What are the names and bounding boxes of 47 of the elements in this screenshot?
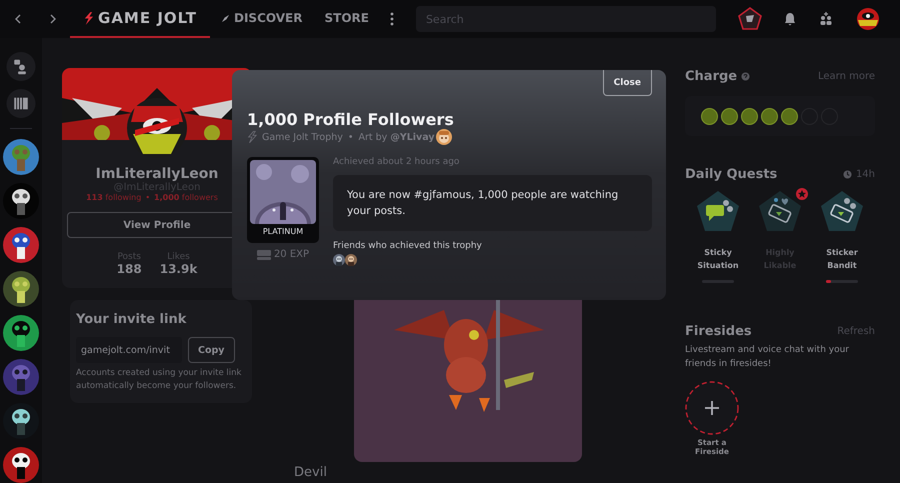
- nav-tab[interactable]: GAME JOLT: [70, 0, 210, 38]
- invite-note: Accounts created using your invite link automatically become your followers.: [76, 367, 242, 393]
- separator-dot: •: [145, 193, 150, 202]
- exp-amount: 20 EXP: [274, 249, 310, 260]
- charge-title: Charge: [685, 68, 738, 84]
- quest-name: Sticker Bandit: [825, 247, 859, 272]
- firesides-description: Livestream and voice chat with your friends in firesides!: [685, 344, 850, 371]
- more-icon[interactable]: [390, 12, 394, 26]
- help-icon[interactable]: [741, 72, 750, 80]
- tier-label: PLATINUM: [262, 227, 304, 236]
- bolt-icon: [83, 12, 94, 24]
- back-icon[interactable]: [12, 14, 22, 24]
- firesides-title: Firesides: [685, 324, 752, 338]
- separator-dot: •: [348, 132, 354, 142]
- close-button[interactable]: Close: [602, 70, 652, 96]
- quest-icon[interactable]: [696, 190, 740, 232]
- quest-icon[interactable]: [758, 190, 802, 232]
- add-fireside-icon[interactable]: [685, 381, 739, 435]
- friends-title: Friends who achieved this trophy: [333, 241, 483, 251]
- quest-icon[interactable]: [820, 190, 864, 232]
- trophy-description: You are now #gjfamous, 1,000 people are watching your posts.: [333, 175, 652, 231]
- chat-icon[interactable]: [6, 52, 36, 82]
- quest-timer: 14h: [856, 168, 875, 180]
- user-avatar-icon[interactable]: [856, 7, 880, 31]
- bell-icon[interactable]: [784, 12, 796, 26]
- nav-tab[interactable]: DISCOVER: [210, 0, 314, 38]
- forward-icon[interactable]: [48, 14, 58, 24]
- username: ImLiterallyLeon: [96, 166, 218, 182]
- clock-icon: [842, 170, 852, 178]
- invite-link-field[interactable]: gamejolt.com/invit: [76, 337, 182, 363]
- achieved-time: Achieved about 2 hours ago: [333, 157, 460, 167]
- trophy-icon[interactable]: [738, 7, 762, 31]
- stat-value: 13.9k: [160, 262, 198, 276]
- nav-tab[interactable]: STORE: [313, 0, 380, 38]
- exp-icon: [256, 250, 271, 260]
- compass-needle-icon: [221, 14, 230, 22]
- artist-credit: Art by @YLivay: [358, 132, 435, 142]
- library-icon[interactable]: [6, 89, 36, 118]
- friends-icon[interactable]: [818, 12, 834, 26]
- trophy-source: Game Jolt Trophy: [262, 132, 343, 142]
- stat-value: 188: [116, 262, 142, 276]
- invite-title: Your invite link: [76, 312, 188, 327]
- post-title: Devil: [294, 466, 328, 480]
- copy-button[interactable]: Copy: [188, 337, 234, 363]
- quests-title: Daily Quests: [685, 166, 778, 182]
- trophy-title: 1,000 Profile Followers: [247, 110, 455, 129]
- quest-name: Sticky Situation: [696, 247, 740, 272]
